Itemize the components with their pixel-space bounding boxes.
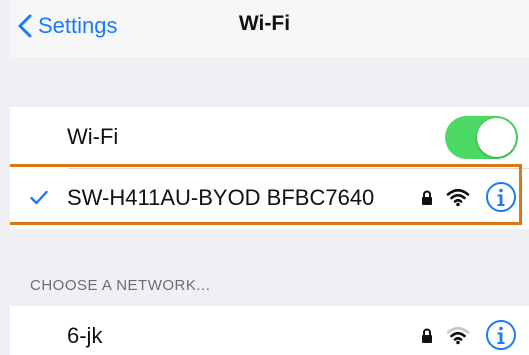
wifi-settings-screen: Settings Wi-Fi Wi-Fi SW-H411AU-BYOD BFBC… bbox=[10, 0, 529, 355]
info-icon[interactable] bbox=[485, 181, 517, 213]
wifi-toggle-row: Wi-Fi bbox=[10, 107, 529, 168]
section-header: CHOOSE A NETWORK... bbox=[30, 277, 211, 294]
network-list: 6-jk bbox=[10, 306, 529, 355]
wifi-signal-icon bbox=[446, 326, 470, 345]
checkmark-icon bbox=[30, 190, 48, 205]
lock-icon bbox=[422, 328, 432, 343]
section-spacer bbox=[10, 57, 529, 107]
navigation-bar: Settings Wi-Fi bbox=[10, 0, 529, 57]
current-network-row[interactable]: SW-H411AU-BYOD BFBC7640 bbox=[10, 168, 529, 229]
info-icon[interactable] bbox=[485, 319, 517, 351]
lock-icon bbox=[422, 190, 432, 205]
wifi-signal-icon bbox=[446, 188, 470, 207]
toggle-knob bbox=[477, 118, 516, 157]
wifi-main-group: Wi-Fi SW-H411AU-BYOD BFBC7640 bbox=[10, 107, 529, 229]
current-network-name: SW-H411AU-BYOD BFBC7640 bbox=[67, 185, 375, 210]
network-name: 6-jk bbox=[67, 323, 103, 348]
page-title: Wi-Fi bbox=[238, 12, 291, 35]
wifi-toggle-switch[interactable] bbox=[445, 116, 518, 159]
list-item[interactable]: 6-jk bbox=[10, 306, 529, 355]
wifi-toggle-label: Wi-Fi bbox=[67, 124, 119, 149]
